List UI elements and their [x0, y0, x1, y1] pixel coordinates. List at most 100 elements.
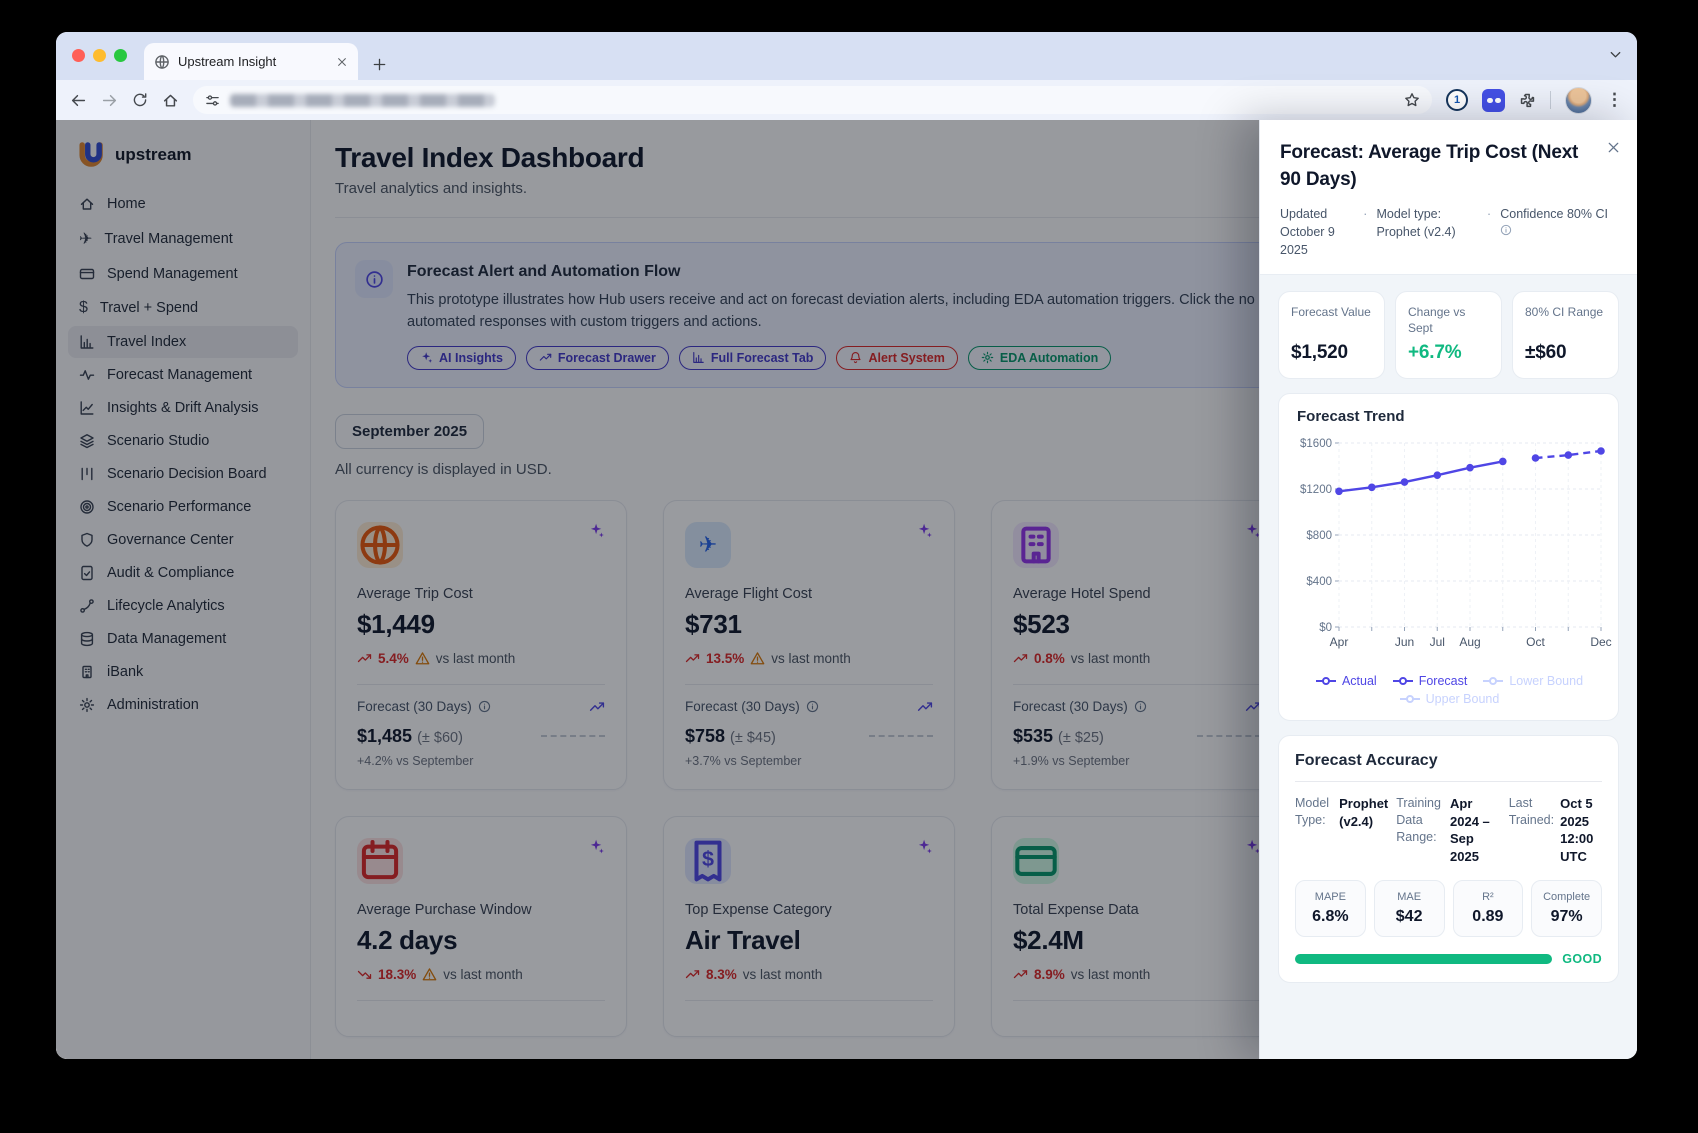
forecast-dashed-sparkline — [869, 735, 933, 738]
maximize-window-button[interactable] — [114, 49, 127, 62]
sidebar-item-travel-index[interactable]: Travel Index — [68, 326, 298, 358]
close-window-button[interactable] — [72, 49, 85, 62]
sidebar-item-travel-management[interactable]: ✈ Travel Management — [68, 221, 298, 257]
drawer-close-icon[interactable] — [1606, 140, 1621, 155]
forecast-header-row: Forecast (30 Days) — [1013, 699, 1261, 715]
legend-label: Actual — [1341, 674, 1377, 689]
accuracy-progress: GOOD — [1295, 952, 1602, 966]
sidebar-item-home[interactable]: Home — [68, 188, 298, 220]
sidebar-item-insights-drift-analysis[interactable]: Insights & Drift Analysis — [68, 392, 298, 424]
sidebar-item-audit-compliance[interactable]: Audit & Compliance — [68, 557, 298, 589]
metric-change-row: 8.9% vs last month — [1013, 967, 1261, 982]
legend-item-lower-bound[interactable]: Lower Bound — [1483, 674, 1583, 688]
new-tab-button[interactable] — [372, 57, 387, 72]
drawer-meta-text: Updated October 9 2025 — [1280, 207, 1335, 258]
forecast-dashed-sparkline — [541, 735, 605, 738]
reload-button[interactable] — [132, 92, 148, 108]
profile-avatar[interactable] — [1565, 86, 1592, 114]
metric-change-percent: 8.3% — [706, 966, 737, 982]
drawer-stat-label: 80% CI Range — [1525, 304, 1604, 319]
metric-change-note: vs last month — [742, 966, 823, 982]
accuracy-title: Forecast Accuracy — [1295, 752, 1438, 770]
drawer-stat-value: $1,520 — [1291, 341, 1348, 363]
warning-icon — [415, 651, 430, 666]
metric-change-percent: 8.9% — [1034, 966, 1065, 982]
extension-icon[interactable] — [1482, 88, 1505, 112]
sidebar-item-lifecycle-analytics[interactable]: Lifecycle Analytics — [68, 590, 298, 622]
card-divider — [1013, 683, 1261, 685]
forward-button[interactable] — [101, 92, 118, 109]
ai-sparkles-icon[interactable] — [588, 838, 605, 855]
sidebar-item-label: Scenario Performance — [107, 499, 252, 515]
accuracy-metric-label: Complete — [1543, 891, 1591, 904]
brand[interactable]: upstream — [68, 134, 298, 188]
pill-full-forecast-tab[interactable]: Full Forecast Tab — [678, 345, 827, 370]
info-icon[interactable] — [1500, 224, 1512, 236]
forecast-note: +4.2% vs September — [357, 753, 474, 768]
window-controls[interactable] — [72, 49, 127, 62]
drawer-stat-cards: Forecast Value $1,520 Change vs Sept +6.7% 8… — [1278, 290, 1619, 380]
browser-menu-kebab-icon[interactable]: ⋮ — [1606, 90, 1623, 110]
warning-icon — [750, 651, 765, 666]
browser-tab[interactable]: Upstream Insight — [144, 43, 358, 80]
tab-search-chevron-icon[interactable] — [1608, 47, 1623, 62]
bookmark-star-icon[interactable] — [1404, 92, 1420, 108]
ai-sparkles-icon[interactable] — [916, 838, 933, 855]
trend-up-icon — [589, 699, 605, 715]
trend-title: Forecast Trend — [1297, 408, 1405, 426]
accuracy-status-badge: GOOD — [1562, 952, 1602, 967]
sidebar-item-spend-management[interactable]: Spend Management — [68, 258, 298, 290]
pill-label: Forecast Drawer — [557, 350, 656, 365]
pill-label: EDA Automation — [999, 350, 1099, 365]
sidebar-item-scenario-decision-board[interactable]: Scenario Decision Board — [68, 458, 298, 490]
forecast-note: +3.7% vs September — [685, 753, 802, 768]
legend-item-upper-bound[interactable]: Upper Bound — [1399, 692, 1499, 706]
pill-forecast-drawer[interactable]: Forecast Drawer — [525, 345, 669, 370]
home-button[interactable] — [162, 92, 179, 109]
pill-label: Alert System — [868, 350, 945, 365]
sidebar-item-scenario-performance[interactable]: Scenario Performance — [68, 491, 298, 523]
bar-chart-icon — [79, 334, 95, 350]
forecast-trend-panel: Forecast Trend $0 $400 $800 $1200 $1600 Apr Ju… — [1278, 393, 1619, 722]
card-top-row — [357, 837, 605, 884]
pill-ai-insights[interactable]: AI Insights — [407, 345, 516, 370]
sidebar-item-travel-spend[interactable]: $ Travel + Spend — [68, 291, 298, 325]
forecast-label-group: Forecast (30 Days) — [357, 699, 491, 714]
sidebar-item-data-management[interactable]: Data Management — [68, 623, 298, 655]
site-settings-icon[interactable] — [205, 93, 220, 108]
forecast-accuracy-panel: Forecast Accuracy Model Type: Prophet (v2… — [1278, 735, 1619, 984]
metric-label: Average Hotel Spend — [1013, 585, 1151, 602]
ai-sparkles-icon[interactable] — [916, 522, 933, 539]
password-manager-extension-icon[interactable]: 1 — [1446, 89, 1468, 111]
extensions-puzzle-icon[interactable] — [1519, 92, 1536, 109]
info-icon — [806, 700, 819, 713]
trend-up-icon — [539, 351, 552, 364]
pill-label: AI Insights — [439, 350, 503, 365]
svg-text:Oct: Oct — [1526, 635, 1545, 649]
brand-name: upstream — [115, 145, 192, 164]
sidebar-item-administration[interactable]: Administration — [68, 689, 298, 721]
minimize-window-button[interactable] — [93, 49, 106, 62]
pill-eda-automation[interactable]: EDA Automation — [967, 345, 1112, 370]
month-selector-chip[interactable]: September 2025 — [335, 413, 485, 449]
pill-alert-system[interactable]: Alert System — [836, 345, 958, 370]
sidebar-item-scenario-studio[interactable]: Scenario Studio — [68, 425, 298, 457]
sidebar-item-label: Scenario Decision Board — [107, 466, 267, 482]
accuracy-meta-item: Last Trained: Oct 5 2025 12:00 UTC — [1509, 795, 1602, 865]
receipt-icon: $ — [685, 837, 731, 884]
tab-close-icon[interactable] — [336, 56, 348, 68]
accuracy-meta: Model Type: Prophet (v2.4) Training Data R… — [1295, 795, 1602, 865]
sidebar-item-ibank[interactable]: iBank — [68, 656, 298, 688]
metric-value: $523 — [1013, 608, 1070, 639]
sidebar-item-governance-center[interactable]: Governance Center — [68, 524, 298, 556]
ai-sparkles-icon[interactable] — [588, 522, 605, 539]
address-bar[interactable] — [193, 86, 1432, 114]
metric-card: $ Top Expense Category Air Travel 8.3% vs la… — [663, 815, 955, 1037]
metric-label: Top Expense Category — [685, 901, 832, 918]
metric-change-row: 18.3% vs last month — [357, 967, 605, 982]
back-button[interactable] — [70, 92, 87, 109]
legend-item-actual[interactable]: Actual — [1315, 674, 1377, 689]
sidebar-item-forecast-management[interactable]: Forecast Management — [68, 359, 298, 391]
forecast-trend-chart[interactable]: $0 $400 $800 $1200 $1600 Apr Jun Jul Aug Oct Dec — [1291, 433, 1613, 663]
legend-item-forecast[interactable]: Forecast — [1392, 674, 1467, 688]
